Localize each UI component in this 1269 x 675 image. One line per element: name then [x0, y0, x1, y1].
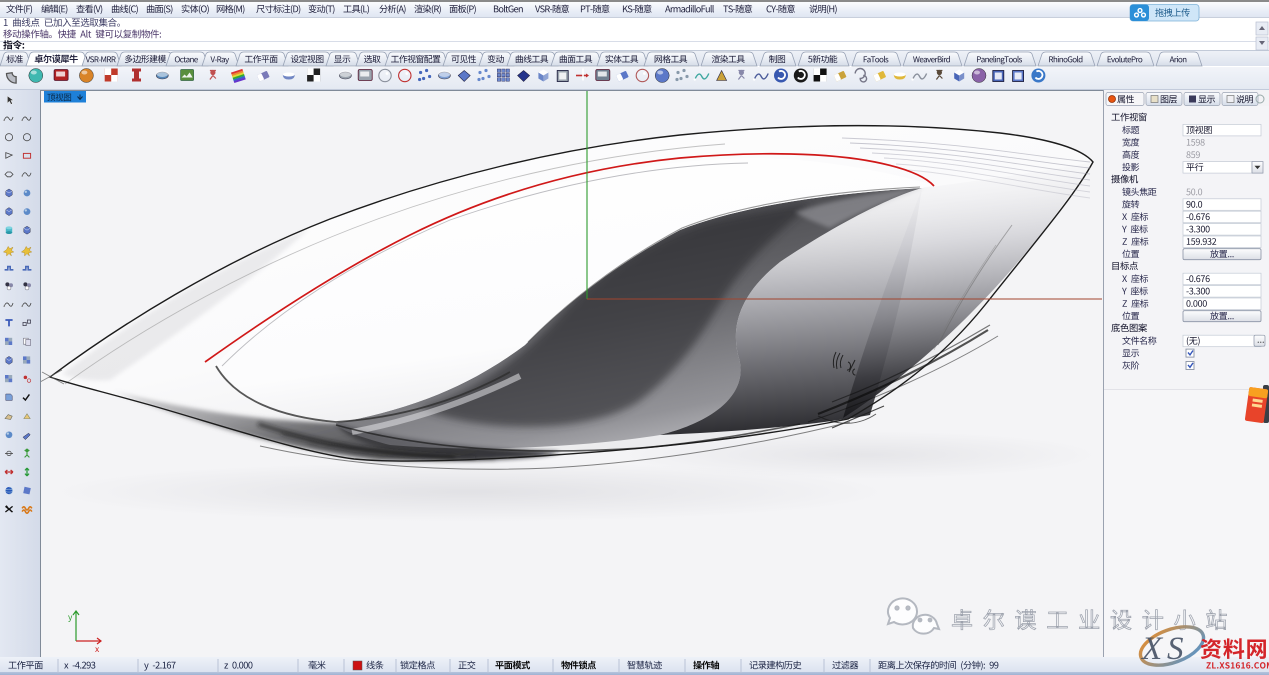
svg-text:S: S — [1167, 631, 1184, 667]
svg-text:X: X — [1140, 631, 1164, 667]
